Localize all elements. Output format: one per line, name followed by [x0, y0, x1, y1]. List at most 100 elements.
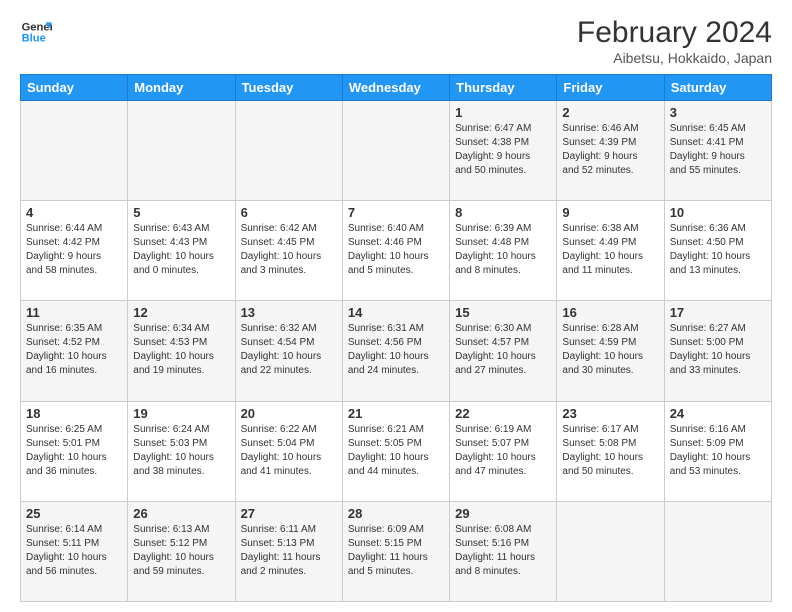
day-info: Sunrise: 6:35 AM Sunset: 4:52 PM Dayligh…	[26, 322, 122, 378]
day-info: Sunrise: 6:39 AM Sunset: 4:48 PM Dayligh…	[455, 222, 551, 278]
table-row: 7 Sunrise: 6:40 AM Sunset: 4:46 PM Daylig…	[342, 201, 449, 301]
table-row	[128, 101, 235, 201]
table-row: 21Sunrise: 6:21 AM Sunset: 5:05 PM Dayli…	[342, 401, 449, 501]
day-info: Sunrise: 6:09 AM Sunset: 5:15 PM Dayligh…	[348, 523, 444, 579]
table-row: 27 Sunrise: 6:11 AM Sunset: 5:13 PM Dayli…	[235, 501, 342, 601]
day-number: 9	[562, 205, 658, 220]
day-info: Sunrise: 6:14 AM Sunset: 5:11 PM Dayligh…	[26, 523, 122, 579]
page: General Blue February 2024 Aibetsu, Hokk…	[0, 0, 792, 612]
table-row: 22 Sunrise: 6:19 AM Sunset: 5:07 PM Dayli…	[450, 401, 557, 501]
day-number: 6	[241, 205, 337, 220]
day-number: 13	[241, 305, 337, 320]
day-info: Sunrise: 6:31 AM Sunset: 4:56 PM Dayligh…	[348, 322, 444, 378]
calendar-week-row: 18 Sunrise: 6:25 AM Sunset: 5:01 PM Dayli…	[21, 401, 772, 501]
col-thursday: Thursday	[450, 75, 557, 101]
day-info: Sunrise: 6:25 AM Sunset: 5:01 PM Dayligh…	[26, 423, 122, 479]
calendar-table: Sunday Monday Tuesday Wednesday Thursday…	[20, 74, 772, 602]
calendar-header-row: Sunday Monday Tuesday Wednesday Thursday…	[21, 75, 772, 101]
day-number: 14	[348, 305, 444, 320]
col-monday: Monday	[128, 75, 235, 101]
day-info: Sunrise: 6:19 AM Sunset: 5:07 PM Dayligh…	[455, 423, 551, 479]
calendar-week-row: 11 Sunrise: 6:35 AM Sunset: 4:52 PM Dayli…	[21, 301, 772, 401]
logo-icon: General Blue	[20, 16, 52, 48]
day-number: 10	[670, 205, 766, 220]
table-row: 9 Sunrise: 6:38 AM Sunset: 4:49 PM Daylig…	[557, 201, 664, 301]
table-row: 20 Sunrise: 6:22 AM Sunset: 5:04 PM Dayli…	[235, 401, 342, 501]
day-info: Sunrise: 6:13 AM Sunset: 5:12 PM Dayligh…	[133, 523, 229, 579]
day-number: 3	[670, 105, 766, 120]
day-number: 5	[133, 205, 229, 220]
day-info: Sunrise: 6:16 AM Sunset: 5:09 PM Dayligh…	[670, 423, 766, 479]
day-number: 16	[562, 305, 658, 320]
day-number: 11	[26, 305, 122, 320]
day-info: Sunrise: 6:30 AM Sunset: 4:57 PM Dayligh…	[455, 322, 551, 378]
table-row: 24 Sunrise: 6:16 AM Sunset: 5:09 PM Dayli…	[664, 401, 771, 501]
day-info: Sunrise: 6:34 AM Sunset: 4:53 PM Dayligh…	[133, 322, 229, 378]
title-block: February 2024 Aibetsu, Hokkaido, Japan	[577, 16, 772, 66]
day-number: 8	[455, 205, 551, 220]
day-number: 27	[241, 506, 337, 521]
day-number: 1	[455, 105, 551, 120]
day-info: Sunrise: 6:22 AM Sunset: 5:04 PM Dayligh…	[241, 423, 337, 479]
day-number: 18	[26, 406, 122, 421]
col-tuesday: Tuesday	[235, 75, 342, 101]
calendar-week-row: 25 Sunrise: 6:14 AM Sunset: 5:11 PM Dayli…	[21, 501, 772, 601]
day-info: Sunrise: 6:27 AM Sunset: 5:00 PM Dayligh…	[670, 322, 766, 378]
day-number: 26	[133, 506, 229, 521]
table-row	[235, 101, 342, 201]
table-row: 15Sunrise: 6:30 AM Sunset: 4:57 PM Dayli…	[450, 301, 557, 401]
day-number: 23	[562, 406, 658, 421]
table-row: 2 Sunrise: 6:46 AM Sunset: 4:39 PM Daylig…	[557, 101, 664, 201]
day-info: Sunrise: 6:32 AM Sunset: 4:54 PM Dayligh…	[241, 322, 337, 378]
table-row: 16 Sunrise: 6:28 AM Sunset: 4:59 PM Dayli…	[557, 301, 664, 401]
table-row: 17Sunrise: 6:27 AM Sunset: 5:00 PM Dayli…	[664, 301, 771, 401]
day-number: 24	[670, 406, 766, 421]
day-number: 22	[455, 406, 551, 421]
day-info: Sunrise: 6:17 AM Sunset: 5:08 PM Dayligh…	[562, 423, 658, 479]
table-row: 14 Sunrise: 6:31 AM Sunset: 4:56 PM Dayli…	[342, 301, 449, 401]
table-row: 1Sunrise: 6:47 AM Sunset: 4:38 PM Daylig…	[450, 101, 557, 201]
table-row: 25 Sunrise: 6:14 AM Sunset: 5:11 PM Dayli…	[21, 501, 128, 601]
table-row	[557, 501, 664, 601]
day-info: Sunrise: 6:11 AM Sunset: 5:13 PM Dayligh…	[241, 523, 337, 579]
day-number: 2	[562, 105, 658, 120]
day-info: Sunrise: 6:44 AM Sunset: 4:42 PM Dayligh…	[26, 222, 122, 278]
table-row: 4 Sunrise: 6:44 AM Sunset: 4:42 PM Daylig…	[21, 201, 128, 301]
day-info: Sunrise: 6:28 AM Sunset: 4:59 PM Dayligh…	[562, 322, 658, 378]
day-info: Sunrise: 6:42 AM Sunset: 4:45 PM Dayligh…	[241, 222, 337, 278]
col-wednesday: Wednesday	[342, 75, 449, 101]
location-subtitle: Aibetsu, Hokkaido, Japan	[577, 50, 772, 66]
day-info: Sunrise: 6:46 AM Sunset: 4:39 PM Dayligh…	[562, 122, 658, 178]
table-row: 29 Sunrise: 6:08 AM Sunset: 5:16 PM Dayli…	[450, 501, 557, 601]
header: General Blue February 2024 Aibetsu, Hokk…	[20, 16, 772, 66]
day-info: Sunrise: 6:08 AM Sunset: 5:16 PM Dayligh…	[455, 523, 551, 579]
col-friday: Friday	[557, 75, 664, 101]
calendar-week-row: 1Sunrise: 6:47 AM Sunset: 4:38 PM Daylig…	[21, 101, 772, 201]
table-row	[664, 501, 771, 601]
table-row: 28Sunrise: 6:09 AM Sunset: 5:15 PM Dayli…	[342, 501, 449, 601]
table-row: 19 Sunrise: 6:24 AM Sunset: 5:03 PM Dayli…	[128, 401, 235, 501]
day-info: Sunrise: 6:43 AM Sunset: 4:43 PM Dayligh…	[133, 222, 229, 278]
day-info: Sunrise: 6:24 AM Sunset: 5:03 PM Dayligh…	[133, 423, 229, 479]
table-row: 12 Sunrise: 6:34 AM Sunset: 4:53 PM Dayli…	[128, 301, 235, 401]
logo: General Blue	[20, 16, 52, 48]
col-saturday: Saturday	[664, 75, 771, 101]
day-number: 19	[133, 406, 229, 421]
table-row: 18 Sunrise: 6:25 AM Sunset: 5:01 PM Dayli…	[21, 401, 128, 501]
table-row: 26 Sunrise: 6:13 AM Sunset: 5:12 PM Dayli…	[128, 501, 235, 601]
table-row: 8 Sunrise: 6:39 AM Sunset: 4:48 PM Daylig…	[450, 201, 557, 301]
day-number: 7	[348, 205, 444, 220]
table-row: 10Sunrise: 6:36 AM Sunset: 4:50 PM Dayli…	[664, 201, 771, 301]
table-row: 6 Sunrise: 6:42 AM Sunset: 4:45 PM Daylig…	[235, 201, 342, 301]
col-sunday: Sunday	[21, 75, 128, 101]
day-info: Sunrise: 6:38 AM Sunset: 4:49 PM Dayligh…	[562, 222, 658, 278]
day-info: Sunrise: 6:40 AM Sunset: 4:46 PM Dayligh…	[348, 222, 444, 278]
day-number: 29	[455, 506, 551, 521]
table-row	[21, 101, 128, 201]
day-number: 12	[133, 305, 229, 320]
calendar-week-row: 4 Sunrise: 6:44 AM Sunset: 4:42 PM Daylig…	[21, 201, 772, 301]
day-number: 21	[348, 406, 444, 421]
day-number: 25	[26, 506, 122, 521]
day-number: 20	[241, 406, 337, 421]
day-number: 4	[26, 205, 122, 220]
